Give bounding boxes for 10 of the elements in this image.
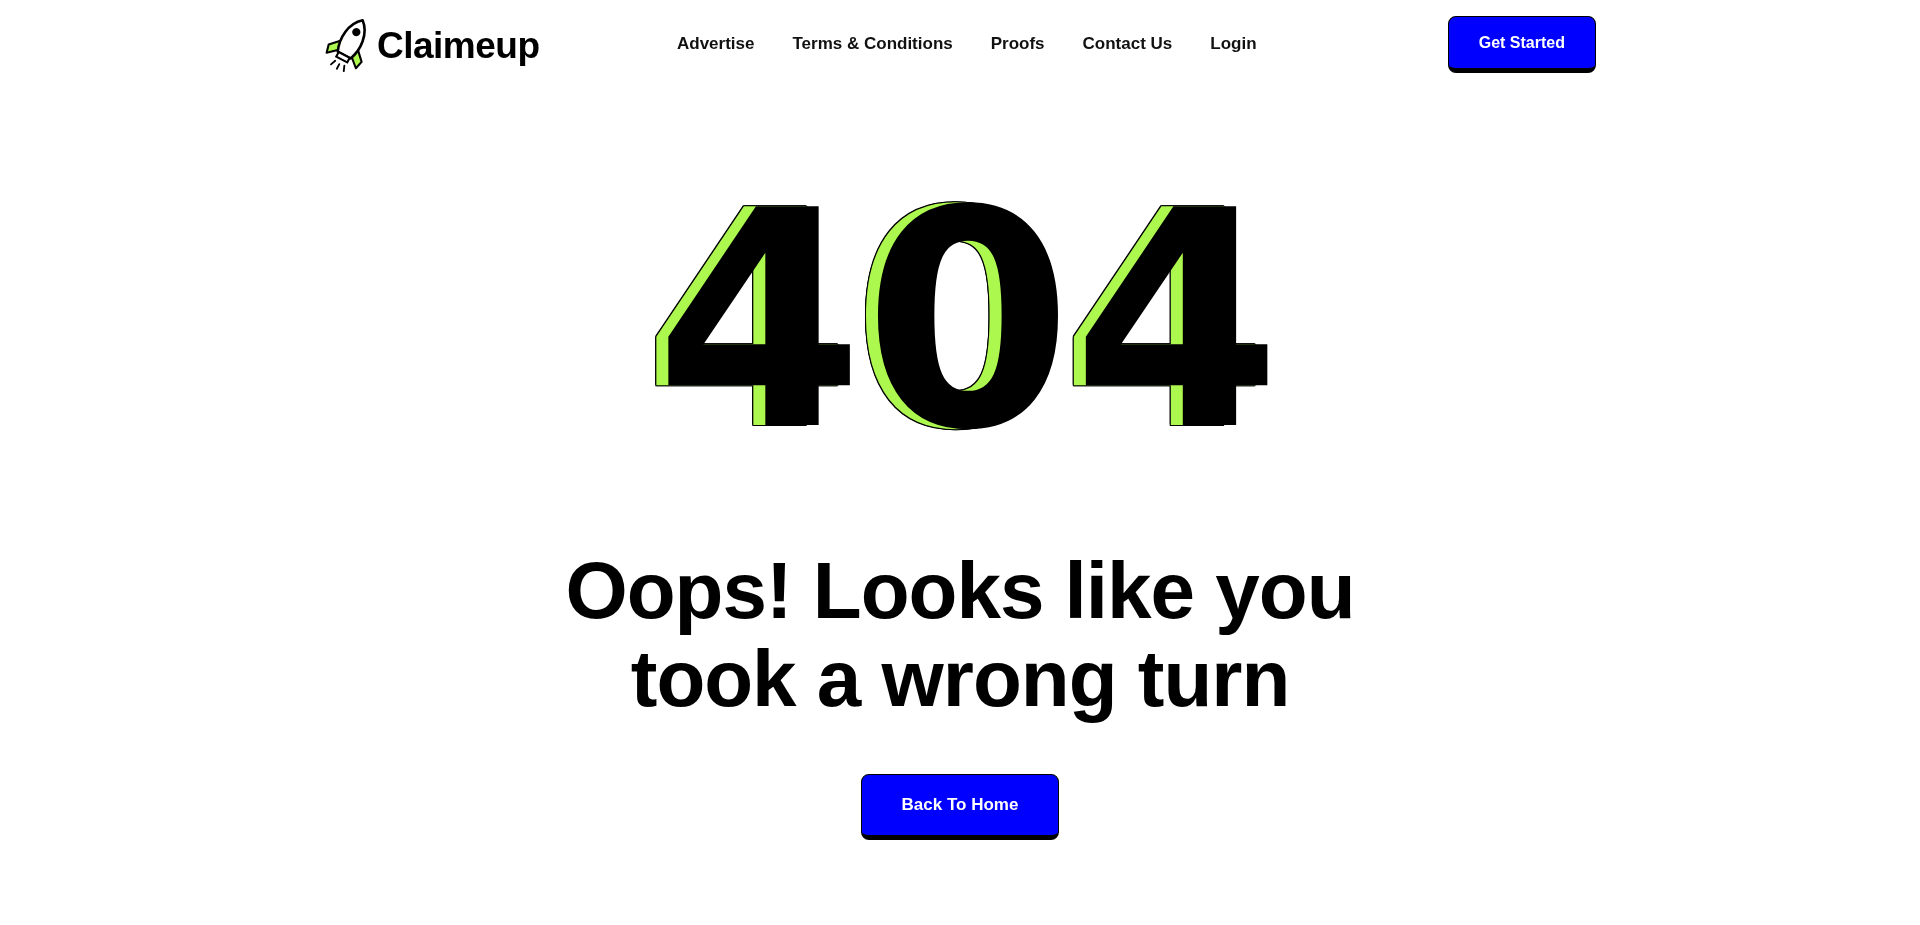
logo-text[interactable]: Claimeup [377,25,540,67]
nav-link[interactable]: Contact Us [1082,34,1173,54]
nav-link[interactable]: Proofs [990,34,1045,54]
back-to-home-button[interactable]: Back To Home [860,774,1060,840]
nav-link[interactable]: Login [1210,34,1257,54]
error-code: 404 [653,172,1282,472]
error-heading: Oops! Looks like you took a wrong turn [564,547,1356,723]
nav-link[interactable]: Advertise [677,34,755,54]
nav-link[interactable]: Terms & Conditions [792,34,953,54]
get-started-button[interactable]: Get Started [1447,16,1596,73]
